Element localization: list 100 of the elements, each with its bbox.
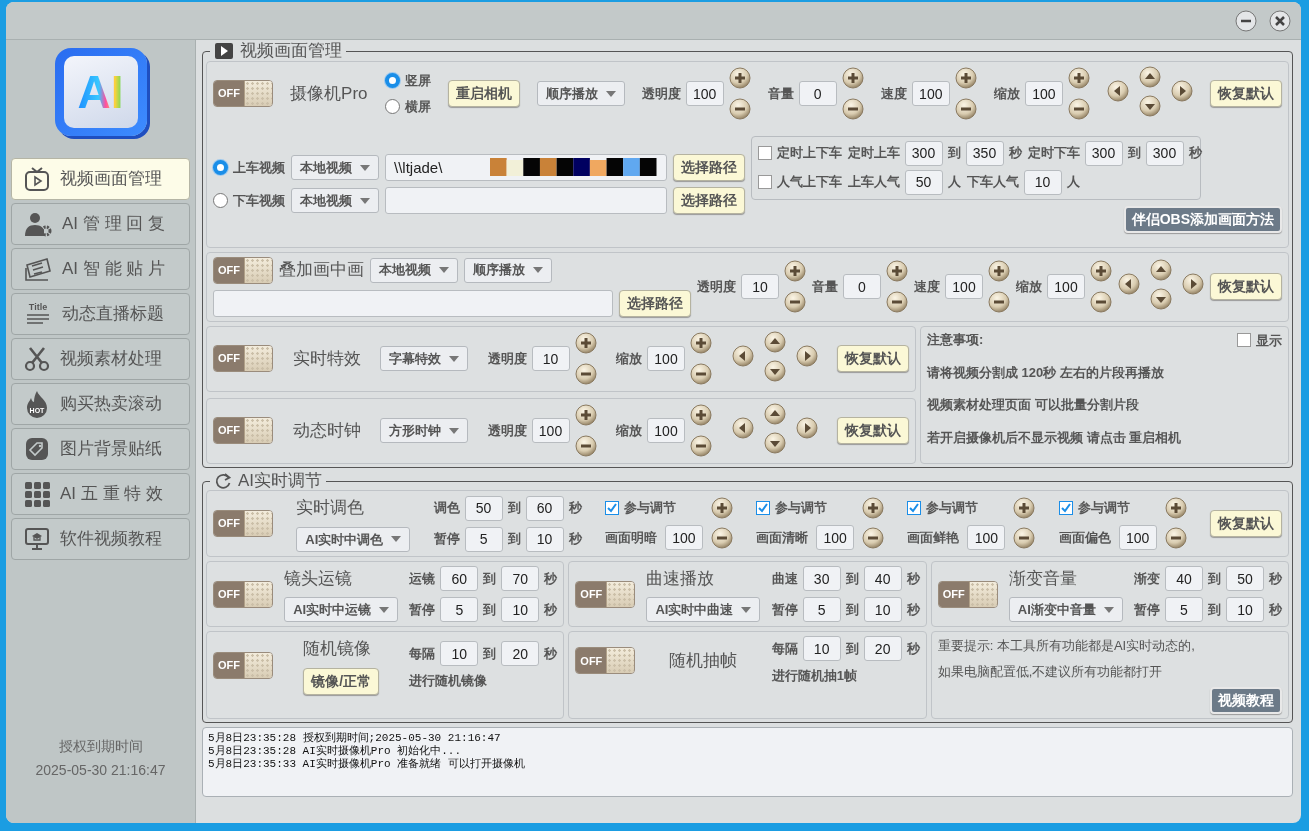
number-field[interactable]: 10 (440, 641, 479, 667)
checkbox[interactable]: 参与调节 (1058, 498, 1130, 518)
text-button[interactable]: 选择路径 (672, 187, 745, 215)
up-arrow-button[interactable] (1138, 65, 1161, 88)
plus-button[interactable] (1164, 497, 1187, 520)
dropdown[interactable]: 本地视频 (370, 257, 458, 283)
number-field[interactable]: 5 (1164, 597, 1203, 623)
minus-button[interactable] (1067, 98, 1090, 121)
plus-button[interactable] (690, 404, 712, 427)
sidebar-item[interactable]: 图片背景贴纸 (11, 428, 190, 470)
number-field[interactable]: 300 (904, 140, 943, 166)
minus-button[interactable] (1013, 526, 1036, 549)
radio-option[interactable]: 竖屏 (384, 71, 431, 91)
left-arrow-button[interactable] (1118, 273, 1140, 296)
down-arrow-button[interactable] (763, 431, 786, 454)
number-field[interactable]: 60 (440, 566, 479, 592)
checkbox[interactable]: 定时上下车 (757, 143, 842, 163)
left-arrow-button[interactable] (731, 417, 754, 440)
number-field[interactable]: 350 (965, 140, 1004, 166)
checkbox[interactable]: 参与调节 (604, 498, 676, 518)
plus-button[interactable] (841, 67, 864, 90)
minus-button[interactable] (1164, 526, 1187, 549)
sidebar-item[interactable]: Title 动态直播标题 (11, 293, 190, 335)
plus-button[interactable] (690, 332, 712, 355)
down-arrow-button[interactable] (763, 359, 786, 382)
number-field[interactable]: 5 (440, 597, 479, 623)
dropdown[interactable]: AI实时中运镜 (284, 597, 399, 623)
number-field[interactable]: 70 (501, 566, 540, 592)
number-field[interactable]: 20 (501, 641, 540, 667)
number-field[interactable]: 10 (501, 597, 540, 623)
down-arrow-button[interactable] (1138, 94, 1161, 117)
dropdown[interactable]: 顺序播放 (464, 257, 552, 283)
minus-button[interactable] (710, 526, 733, 549)
up-arrow-button[interactable] (763, 330, 786, 353)
toggle-switch[interactable]: OFF (575, 580, 636, 608)
text-button[interactable]: 选择路径 (619, 289, 691, 317)
number-field[interactable]: 100 (911, 81, 950, 107)
right-arrow-button[interactable] (795, 417, 818, 440)
plus-button[interactable] (1067, 67, 1090, 90)
number-field[interactable]: 30 (802, 566, 841, 592)
minus-button[interactable] (690, 363, 712, 386)
left-arrow-button[interactable] (1106, 80, 1129, 103)
sidebar-item[interactable]: AI 智 能 贴 片 (11, 248, 190, 290)
minus-button[interactable] (841, 98, 864, 121)
radio-option[interactable]: 下车视频 (213, 190, 285, 211)
checkbox[interactable]: 参与调节 (756, 498, 828, 518)
sidebar-item[interactable]: AI 五 重 特 效 (11, 473, 190, 515)
text-button[interactable]: 重启相机 (447, 80, 520, 108)
text-button[interactable]: 视频教程 (1210, 687, 1282, 715)
plus-button[interactable] (710, 497, 733, 520)
number-field[interactable]: 100 (945, 274, 983, 300)
text-button[interactable]: 恢复默认 (837, 417, 909, 445)
number-field[interactable]: 50 (464, 495, 503, 521)
up-arrow-button[interactable] (1150, 258, 1172, 281)
toggle-switch[interactable]: OFF (937, 580, 998, 608)
toggle-switch[interactable]: OFF (213, 417, 273, 445)
number-field[interactable]: 10 (1225, 597, 1264, 623)
number-field[interactable]: 100 (664, 525, 703, 551)
toggle-switch[interactable]: OFF (213, 652, 273, 680)
dropdown[interactable]: 顺序播放 (536, 81, 625, 107)
number-field[interactable]: 5 (464, 526, 503, 552)
close-button[interactable] (1269, 9, 1291, 32)
toggle-switch[interactable]: OFF (213, 80, 273, 108)
number-field[interactable]: 50 (904, 169, 943, 195)
checkbox[interactable]: 参与调节 (907, 498, 979, 518)
plus-button[interactable] (728, 67, 751, 90)
radio-option[interactable]: 横屏 (384, 96, 431, 117)
number-field[interactable]: 100 (967, 525, 1006, 551)
sidebar-item[interactable]: 视频素材处理 (11, 338, 190, 380)
right-arrow-button[interactable] (795, 345, 818, 368)
minus-button[interactable] (988, 291, 1010, 314)
text-button[interactable]: 伴侣OBS添加画面方法 (1123, 205, 1282, 233)
down-arrow-button[interactable] (1150, 287, 1172, 310)
number-field[interactable]: 20 (863, 636, 902, 662)
text-button[interactable]: 恢复默认 (1209, 80, 1282, 108)
right-arrow-button[interactable] (1170, 80, 1193, 103)
dropdown[interactable]: AI实时中调色 (296, 526, 411, 552)
plus-button[interactable] (988, 260, 1010, 283)
plus-button[interactable] (886, 260, 908, 283)
number-field[interactable]: 100 (647, 346, 685, 372)
number-field[interactable]: 100 (816, 525, 855, 551)
text-field[interactable] (385, 187, 667, 215)
number-field[interactable]: 60 (525, 495, 564, 521)
checkbox[interactable]: 人气上下车 (757, 172, 842, 192)
plus-button[interactable] (574, 404, 597, 427)
toggle-switch[interactable]: OFF (213, 510, 273, 538)
minimize-button[interactable] (1235, 9, 1257, 32)
number-field[interactable]: 40 (1164, 566, 1203, 592)
dropdown[interactable]: 字幕特效 (380, 346, 468, 372)
toggle-switch[interactable]: OFF (213, 580, 273, 608)
number-field[interactable]: 0 (798, 81, 837, 107)
minus-button[interactable] (954, 98, 977, 121)
number-field[interactable]: 5 (802, 597, 841, 623)
number-field[interactable]: 300 (1084, 140, 1123, 166)
text-button[interactable]: 恢复默认 (837, 345, 909, 373)
plus-button[interactable] (1013, 497, 1036, 520)
dropdown[interactable]: 本地视频 (291, 188, 379, 214)
left-arrow-button[interactable] (731, 345, 754, 368)
toggle-switch[interactable]: OFF (575, 647, 636, 675)
text-button[interactable]: 选择路径 (672, 154, 745, 182)
